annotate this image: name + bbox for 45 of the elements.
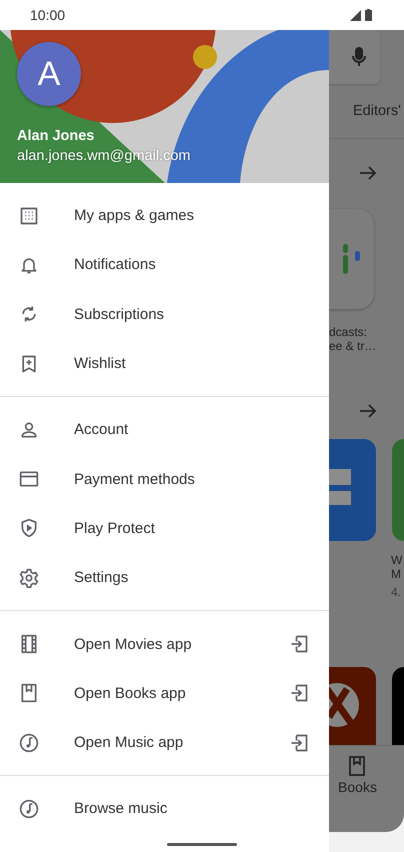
arrow-right-icon[interactable] (359, 165, 377, 181)
music-icon (19, 732, 39, 753)
app-tile-icon[interactable] (392, 667, 404, 745)
menu-item[interactable]: Settings (0, 553, 329, 602)
bottom-nav-tab[interactable]: Books (338, 756, 377, 832)
menu-item[interactable]: Notifications (0, 240, 329, 290)
exit-icon (289, 683, 309, 704)
app-title: W (391, 553, 404, 567)
music-icon (19, 798, 39, 819)
menu-item[interactable]: Open Music app (0, 718, 329, 768)
podcast-logo-icon (342, 244, 362, 274)
app-tile-icon[interactable] (329, 667, 376, 745)
search-bar[interactable] (329, 30, 380, 84)
menu-item[interactable]: Play Protect (0, 504, 329, 554)
book-icon (19, 683, 39, 704)
app-title: dcasts: (329, 325, 368, 339)
menu-item[interactable]: My apps & games (0, 191, 329, 240)
menu-item[interactable]: Open Movies app (0, 619, 329, 669)
exit-icon (289, 732, 309, 753)
microphone-icon (352, 47, 366, 67)
app-title: M (391, 567, 402, 581)
exit-icon (289, 634, 309, 654)
card-icon (19, 469, 39, 490)
grid-icon (19, 206, 39, 226)
status-time: 10:00 (30, 7, 66, 23)
settings-icon (19, 568, 39, 588)
signal-icon (350, 10, 361, 20)
menu-item[interactable]: Browse music (0, 784, 329, 834)
menu-item[interactable]: Payment methods (0, 454, 329, 504)
film-icon (19, 634, 39, 654)
account-name: Alan Jones (17, 128, 96, 144)
menu-item[interactable]: Wishlist (0, 338, 329, 388)
app-tile-icon[interactable] (392, 439, 404, 541)
book-icon (349, 756, 366, 776)
arrow-right-icon[interactable] (359, 403, 377, 419)
menu-item[interactable]: Open Books app (0, 668, 329, 718)
app-rating: 4. (391, 585, 402, 599)
app-tile-icon[interactable] (329, 439, 376, 541)
battery-icon (365, 9, 372, 21)
category-tab[interactable]: Editors' (353, 103, 401, 119)
shield-icon (19, 518, 39, 538)
menu-item[interactable]: Subscriptions (0, 290, 329, 339)
person-icon (19, 420, 39, 440)
menu-item[interactable]: Account (0, 405, 329, 454)
app-title: ee & tr… (329, 339, 378, 353)
